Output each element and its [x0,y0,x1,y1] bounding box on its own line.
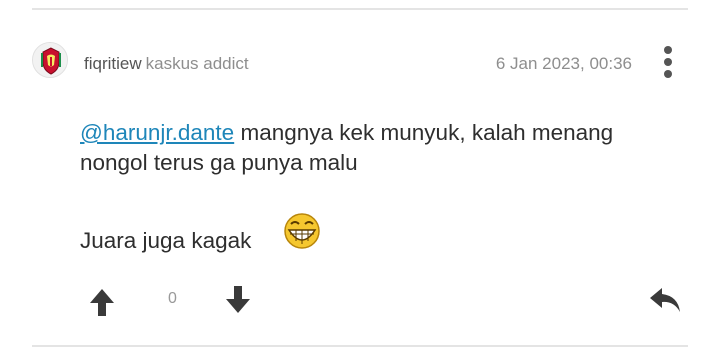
liverpool-crest-icon [33,43,67,77]
arrow-up-icon [90,289,114,316]
downvote-button[interactable] [222,284,254,316]
arrow-down-icon [226,286,250,313]
username[interactable]: fiqritiew [84,54,142,73]
post-text-line2: nongol terus ga punya malu [80,150,358,175]
grinning-face-emoji-icon [282,210,322,250]
top-divider [32,8,688,10]
post-body: @harunjr.dante mangnya kek munyuk, kalah… [80,118,690,178]
upvote-button[interactable] [86,286,118,318]
user-rank: kaskus addict [145,54,249,73]
username-line: fiqritiew kaskus addict [84,54,249,74]
user-mention-link[interactable]: @harunjr.dante [80,120,234,145]
vertical-dots-icon [664,46,672,54]
post-header: fiqritiew kaskus addict 6 Jan 2023, 00:36 [32,42,688,82]
bottom-divider [32,345,688,347]
reply-button[interactable] [648,284,684,316]
avatar[interactable] [32,42,68,78]
post-text-line3: Juara juga kagak [80,228,252,253]
post-actions: 0 [0,280,720,320]
more-options-button[interactable] [660,44,676,80]
reply-arrow-icon [650,288,680,312]
post-text-line1: mangnya kek munyuk, kalah menang [234,120,614,145]
post-timestamp: 6 Jan 2023, 00:36 [495,54,632,73]
vote-count: 0 [168,290,177,307]
